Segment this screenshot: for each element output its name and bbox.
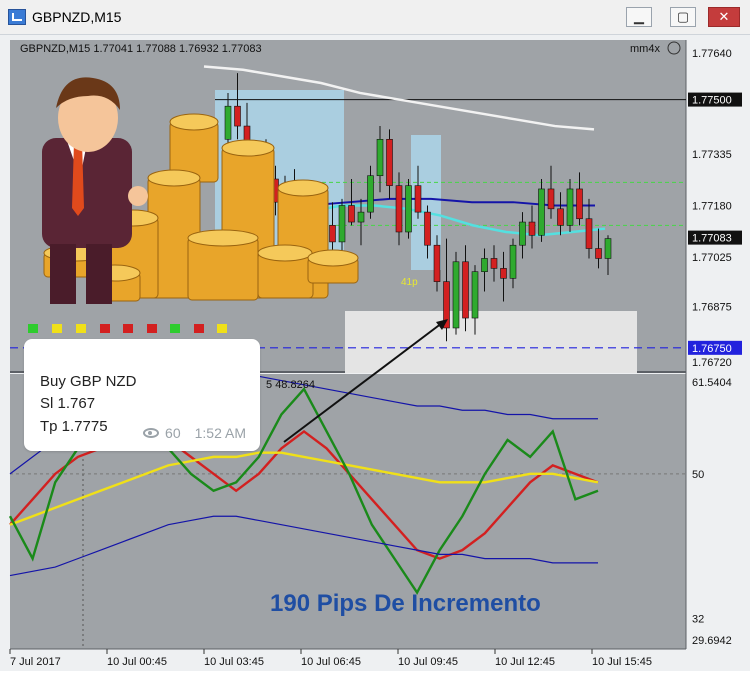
bear-candle <box>234 105 241 127</box>
message-time: 1:52 AM <box>194 425 246 441</box>
bear-candle <box>386 139 393 186</box>
chart-header-ohlc: GBPNZD,M15 1.77041 1.77088 1.76932 1.770… <box>20 43 262 55</box>
signal-dots <box>28 324 227 333</box>
indicator-axis-label: 50 <box>692 469 704 481</box>
price-tag-label: 1.77083 <box>692 233 732 245</box>
time-axis-label: 10 Jul 15:45 <box>592 656 652 668</box>
signal-dot <box>217 324 227 333</box>
chart-window-icon <box>8 9 26 25</box>
message-meta: 60 1:52 AM <box>143 425 246 441</box>
bull-candle <box>471 271 479 319</box>
bull-candle <box>481 258 488 273</box>
view-count: 60 <box>165 425 181 441</box>
window-title: GBPNZD,M15 <box>32 9 122 25</box>
price-label: 1.77180 <box>692 201 732 213</box>
bear-candle <box>576 188 583 220</box>
signal-dot <box>76 324 86 333</box>
time-axis-label: 10 Jul 12:45 <box>495 656 555 668</box>
views-eye-icon <box>143 428 160 438</box>
title-bar: GBPNZD,M15 ▁ ▢ ✕ <box>0 0 750 35</box>
bear-candle <box>585 218 593 249</box>
promo-headline: 190 Pips De Incremento <box>270 590 541 617</box>
bull-candle <box>405 185 412 233</box>
indicator-axis-label: 29.6942 <box>692 635 732 647</box>
bull-candle <box>566 188 574 226</box>
indicator-header-number: 48.8264 <box>275 379 315 391</box>
pips-annotation: 41p <box>401 277 418 288</box>
time-axis-label: 10 Jul 03:45 <box>204 656 264 668</box>
indicator-axis-label: 32 <box>692 613 704 625</box>
bear-candle <box>462 261 469 319</box>
bear-candle <box>547 188 555 210</box>
maximize-button[interactable]: ▢ <box>670 7 696 27</box>
bull-candle <box>538 188 545 236</box>
time-axis-label: 10 Jul 00:45 <box>107 656 167 668</box>
price-label: 1.76720 <box>692 357 732 369</box>
signal-dot <box>147 324 157 333</box>
bull-candle <box>509 244 517 279</box>
trade-signal-message: Buy GBP NZD Sl 1.767 Tp 1.7775 60 1:52 A… <box>24 339 260 451</box>
bull-candle <box>519 221 526 246</box>
signal-dot <box>28 324 38 333</box>
bull-candle <box>338 205 346 243</box>
price-label: 1.77640 <box>692 48 732 60</box>
close-button[interactable]: ✕ <box>708 7 740 27</box>
bull-candle <box>224 105 232 140</box>
bear-candle <box>395 185 403 233</box>
bear-candle <box>490 258 498 269</box>
signal-dot <box>170 324 180 333</box>
minimize-button[interactable]: ▁ <box>626 7 652 27</box>
price-label: 1.77335 <box>692 149 732 161</box>
bull-candle <box>367 175 374 213</box>
signal-dot <box>52 324 62 333</box>
time-axis-label: 7 Jul 2017 <box>10 656 61 668</box>
indicator-header-value: 5 48.8264 <box>266 379 315 391</box>
indicator-axis-label: 61.5404 <box>692 377 732 389</box>
signal-pair: Buy GBP NZD <box>40 373 137 390</box>
bear-candle <box>500 268 507 279</box>
price-tag-label: 1.76750 <box>692 343 732 355</box>
terminal-window: GBPNZD,M15 ▁ ▢ ✕ 1.77640 1.77500 1.77335 1.… <box>0 0 750 671</box>
bear-candle <box>557 208 564 226</box>
bear-candle <box>433 244 441 282</box>
bear-candle <box>329 225 336 243</box>
bull-candle <box>376 139 384 177</box>
signal-take-profit: Tp 1.7775 <box>40 418 108 435</box>
signal-dot <box>194 324 204 333</box>
time-axis-label: 10 Jul 06:45 <box>301 656 361 668</box>
bear-candle <box>595 248 602 259</box>
bear-candle <box>424 211 431 246</box>
signal-stop-loss: Sl 1.767 <box>40 395 96 412</box>
bear-candle <box>348 205 355 223</box>
price-tag-label: 1.77500 <box>692 95 732 107</box>
signal-dot <box>100 324 110 333</box>
bull-candle <box>604 238 612 259</box>
bull-candle <box>452 261 460 329</box>
ea-label: mm4x <box>630 43 660 55</box>
bear-candle <box>414 185 422 213</box>
time-axis-label: 10 Jul 09:45 <box>398 656 458 668</box>
bull-candle <box>357 211 365 223</box>
price-label: 1.77025 <box>692 252 732 264</box>
bear-candle <box>528 221 536 236</box>
price-label: 1.76875 <box>692 301 732 313</box>
signal-dot <box>123 324 133 333</box>
